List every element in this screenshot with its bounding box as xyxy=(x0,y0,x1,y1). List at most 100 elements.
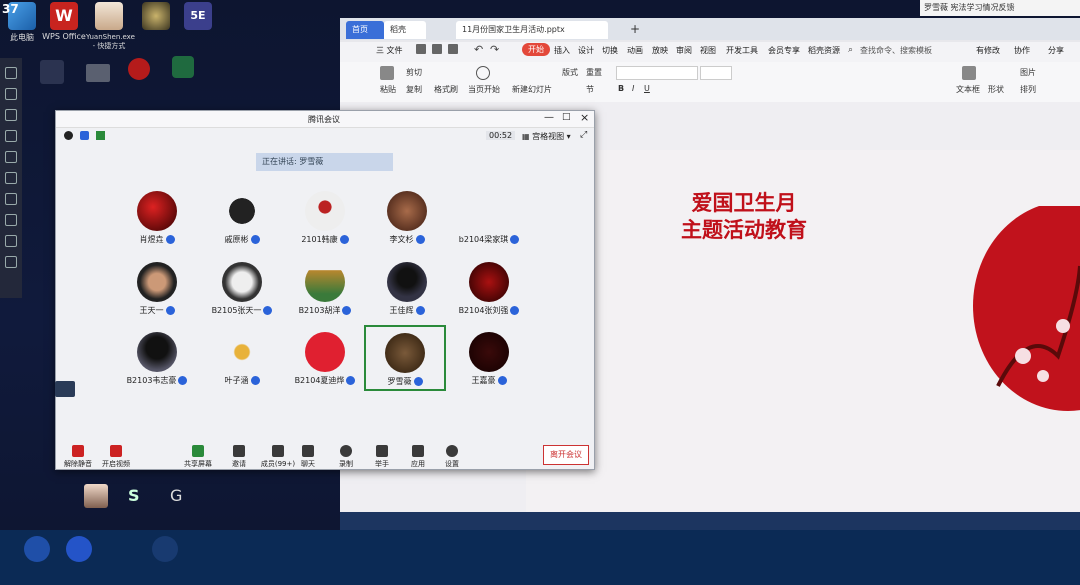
participant-tile[interactable]: b2104梁家琪 xyxy=(448,183,530,249)
tool-icon[interactable] xyxy=(5,235,17,247)
share-button[interactable]: 分享 xyxy=(1048,45,1064,56)
ribbon-textbox[interactable]: 文本框 xyxy=(956,84,980,95)
chat-button[interactable]: 聊天 xyxy=(288,445,328,469)
menu-developer[interactable]: 开发工具 xyxy=(726,45,758,56)
close-icon[interactable]: × xyxy=(580,111,589,124)
tool-icon[interactable] xyxy=(5,109,17,121)
ribbon-play-current[interactable]: 当页开始 xyxy=(468,84,500,95)
tool-icon[interactable] xyxy=(5,151,17,163)
ribbon-new-slide[interactable]: 新建幻灯片 xyxy=(512,84,552,95)
invite-button[interactable]: 邀请 xyxy=(219,445,259,469)
menu-insert[interactable]: 插入 xyxy=(554,45,570,56)
ribbon-layout[interactable]: 版式 xyxy=(562,67,578,78)
tab-docer[interactable]: 稻壳 xyxy=(384,21,426,39)
ribbon-copy[interactable]: 复制 xyxy=(406,84,422,95)
participant-tile-active-speaker[interactable]: 罗雪薇 xyxy=(364,325,446,391)
record-button[interactable]: 录制 xyxy=(326,445,366,469)
fullscreen-icon[interactable]: ⤢ xyxy=(580,130,587,140)
taskbar-app-icon[interactable] xyxy=(152,536,178,562)
font-family-select[interactable] xyxy=(616,66,698,80)
taskbar-app-icon[interactable] xyxy=(66,536,92,562)
menu-view[interactable]: 视图 xyxy=(700,45,716,56)
menu-slideshow[interactable]: 放映 xyxy=(652,45,668,56)
font-size-select[interactable] xyxy=(700,66,732,80)
underline-icon[interactable]: U xyxy=(644,84,650,93)
modified-button[interactable]: 有修改 xyxy=(976,45,1000,56)
tool-icon[interactable] xyxy=(5,214,17,226)
view-switch-button[interactable]: ▦ 宫格视图 ▾ xyxy=(522,131,571,142)
s-app-icon[interactable]: S xyxy=(128,486,150,508)
participant-tile[interactable]: 叶子涵 xyxy=(201,324,283,390)
participant-tile[interactable]: 戚原彬 xyxy=(201,183,283,249)
g-app-icon[interactable]: G xyxy=(170,486,192,508)
green-app-icon[interactable] xyxy=(172,56,194,78)
tab-document[interactable]: 11月份国家卫生月活动.pptx xyxy=(456,21,608,39)
raise-hand-button[interactable]: 举手 xyxy=(362,445,402,469)
undo-icon[interactable]: ↶ xyxy=(474,43,483,56)
italic-icon[interactable]: I xyxy=(632,84,634,93)
menu-animation[interactable]: 动画 xyxy=(627,45,643,56)
participant-tile[interactable]: 王佳辉 xyxy=(366,254,448,320)
desktop-icon-game2[interactable] xyxy=(134,2,178,32)
tab-home[interactable]: 首页 xyxy=(346,21,384,39)
ribbon-arrange[interactable]: 排列 xyxy=(1020,84,1036,95)
start-button[interactable] xyxy=(24,536,50,562)
participant-tile[interactable]: B2103韦志豪 xyxy=(116,324,198,390)
anime-app-icon[interactable] xyxy=(84,484,108,508)
collaborate-button[interactable]: 协作 xyxy=(1014,45,1030,56)
tool-icon[interactable] xyxy=(5,256,17,268)
tool-icon[interactable] xyxy=(5,130,17,142)
menu-docer[interactable]: 稻壳资源 xyxy=(808,45,840,56)
ribbon-reset[interactable]: 重置 xyxy=(586,67,602,78)
share-screen-button[interactable]: 共享屏幕 xyxy=(178,445,218,469)
save-icon[interactable] xyxy=(416,44,426,54)
printer-icon[interactable] xyxy=(86,64,110,82)
menu-design[interactable]: 设计 xyxy=(578,45,594,56)
participant-tile[interactable]: B2103胡洋 xyxy=(284,254,366,320)
ribbon-section[interactable]: 节 xyxy=(586,84,594,95)
add-tab-icon[interactable]: + xyxy=(630,22,640,36)
minimize-icon[interactable]: — xyxy=(544,112,554,123)
ribbon-cut[interactable]: 剪切 xyxy=(406,67,422,78)
export-icon[interactable] xyxy=(432,44,442,54)
menu-member[interactable]: 会员专享 xyxy=(768,45,800,56)
tool-icon[interactable] xyxy=(5,193,17,205)
print-icon[interactable] xyxy=(448,44,458,54)
search-input[interactable]: 查找命令、搜索模板 xyxy=(860,45,932,56)
tool-icon[interactable] xyxy=(5,172,17,184)
redo-icon[interactable]: ↷ xyxy=(490,43,499,56)
menu-transition[interactable]: 切换 xyxy=(602,45,618,56)
participant-tile[interactable]: 肖煜垚 xyxy=(116,183,198,249)
menu-start[interactable]: 开始 xyxy=(522,43,550,56)
bold-icon[interactable]: B xyxy=(618,84,624,93)
ribbon-picture[interactable]: 图片 xyxy=(1020,67,1036,78)
desktop-app-icon[interactable] xyxy=(40,60,64,84)
record-app-icon[interactable] xyxy=(128,58,150,80)
notification-banner[interactable]: 罗雪薇 宪法学习情况反馈 xyxy=(920,0,1080,16)
participant-tile[interactable]: B2104夏迪烨 xyxy=(284,324,366,390)
unmute-button[interactable]: 解除静音 xyxy=(58,445,98,469)
tool-icon[interactable] xyxy=(5,67,17,79)
ribbon-shape[interactable]: 形状 xyxy=(988,84,1004,95)
ribbon-format-painter[interactable]: 格式刷 xyxy=(434,84,458,95)
slide-title[interactable]: 爱国卫生月 主题活动教育 xyxy=(634,190,854,244)
desktop-icon-yuanshen[interactable]: YuanShen.exe - 快捷方式 xyxy=(86,2,135,51)
participant-tile[interactable]: B2105张天一 xyxy=(201,254,283,320)
participant-tile[interactable]: 李文杉 xyxy=(366,183,448,249)
participant-tile[interactable]: 王天一 xyxy=(116,254,198,320)
info-icon[interactable] xyxy=(64,131,73,140)
start-video-button[interactable]: 开启视频 xyxy=(96,445,136,469)
tool-icon[interactable] xyxy=(5,88,17,100)
settings-button[interactable]: 设置 xyxy=(432,445,472,469)
ribbon-paste[interactable]: 粘贴 xyxy=(380,84,396,95)
participant-tile[interactable]: 2101韩康 xyxy=(284,183,366,249)
security-shield-icon[interactable] xyxy=(80,131,89,140)
floating-list-button[interactable] xyxy=(55,381,75,397)
leave-meeting-button[interactable]: 离开会议 xyxy=(543,445,589,465)
maximize-icon[interactable]: □ xyxy=(562,112,571,122)
desktop-icon-wps[interactable]: W WPS Office xyxy=(42,2,86,41)
menu-review[interactable]: 审阅 xyxy=(676,45,692,56)
desktop-icon-5e[interactable]: 5E xyxy=(176,2,220,32)
menu-file[interactable]: 三 文件 xyxy=(376,45,403,56)
participant-tile[interactable]: B2104张刘强 xyxy=(448,254,530,320)
